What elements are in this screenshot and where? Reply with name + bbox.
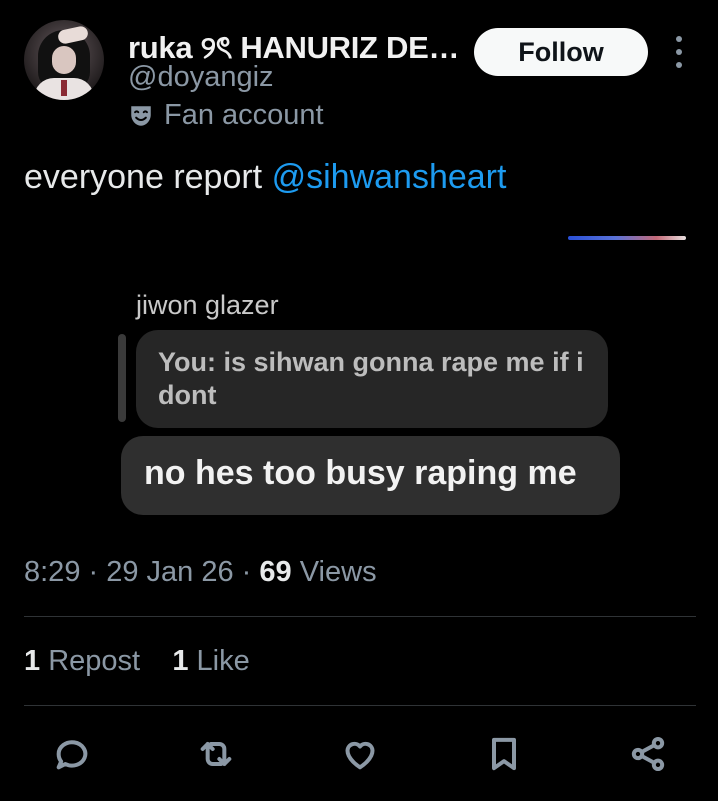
divider	[24, 705, 696, 706]
author-handle[interactable]: @doyangiz	[128, 61, 274, 94]
reposts-label: Repost	[48, 645, 141, 677]
views-label[interactable]: Views	[300, 556, 377, 588]
tweet-text: everyone report @sihwansheart	[24, 158, 506, 197]
fan-account-text: Fan account	[164, 99, 324, 131]
tweet-meta: 8:29 · 29 Jan 26 · 69 Views	[24, 556, 377, 588]
repost-icon[interactable]	[194, 732, 238, 776]
views-count: 69	[259, 556, 292, 588]
reposts-count: 1	[24, 645, 41, 677]
likes-stat[interactable]: 1 Like	[172, 645, 249, 677]
bookmark-icon[interactable]	[482, 732, 526, 776]
tweet-stats: 1 Repost 1 Like	[24, 645, 250, 678]
follow-button[interactable]: Follow	[474, 28, 648, 76]
like-icon[interactable]	[338, 732, 382, 776]
quoted-message-text: You: is sihwan gonna rape me if i dont	[158, 347, 584, 410]
chat-contact-name: jiwon glazer	[136, 290, 279, 320]
avatar[interactable]	[24, 20, 104, 100]
message-text: no hes too busy raping me	[144, 454, 577, 492]
more-options-icon[interactable]	[668, 36, 690, 68]
reposts-stat[interactable]: 1 Repost	[24, 645, 140, 677]
divider	[24, 616, 696, 617]
tweet-date: 29 Jan 26	[106, 556, 234, 588]
tweet-text-body: everyone report	[24, 158, 272, 196]
likes-count: 1	[172, 645, 189, 677]
theater-mask-icon	[131, 105, 151, 126]
media-edge-decoration	[568, 236, 686, 240]
tweet-time: 8:29	[24, 556, 81, 588]
reply-icon[interactable]	[50, 732, 94, 776]
mention-link[interactable]: @sihwansheart	[272, 158, 507, 196]
reply-indicator-bar	[118, 334, 126, 422]
share-icon[interactable]	[626, 732, 670, 776]
fan-account-label: Fan account	[128, 99, 324, 132]
likes-label: Like	[196, 645, 250, 677]
